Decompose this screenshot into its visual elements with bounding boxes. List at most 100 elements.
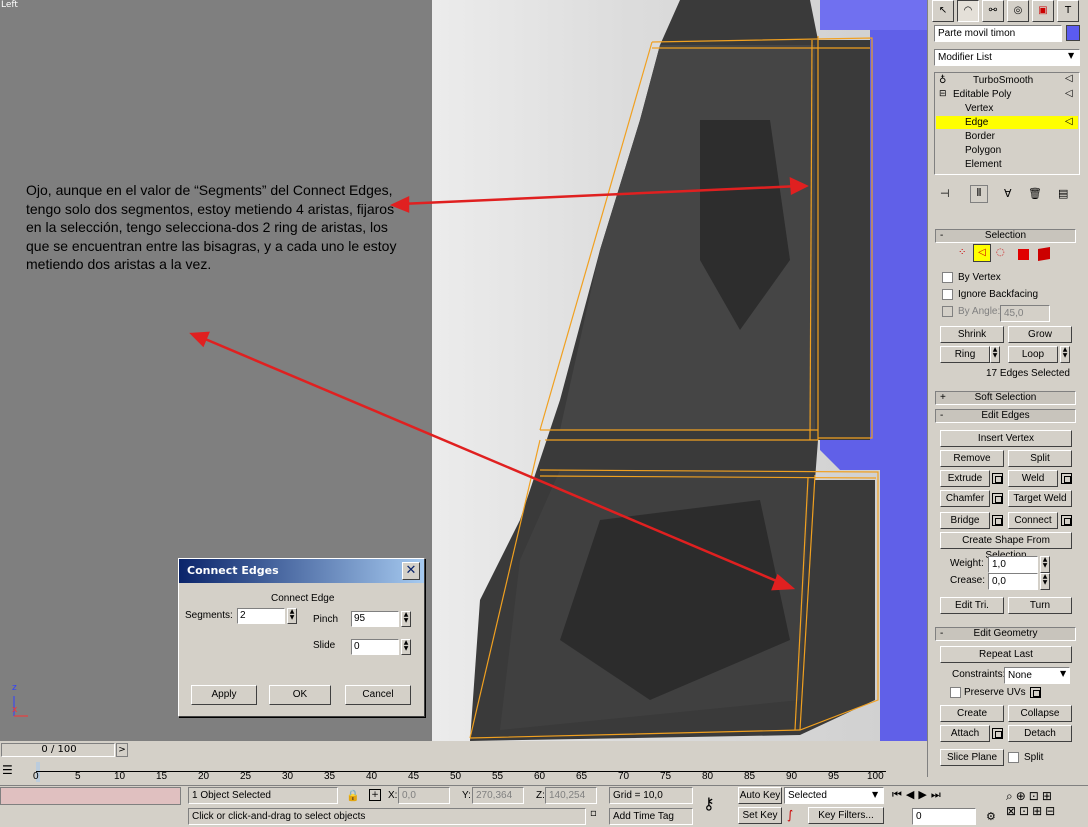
playback-controls[interactable]: ⏮◀▶⏭ [892,788,982,804]
stack-item-element[interactable]: Element [965,159,1002,170]
element-mode-icon[interactable] [1038,246,1050,262]
frame-indicator[interactable]: 0 / 100 [4,743,114,757]
key-icon[interactable]: ⚷ [703,794,715,813]
pinch-field[interactable]: 95 [351,611,399,627]
grow-button[interactable]: Grow [1008,326,1072,343]
attach-settings-icon[interactable] [992,728,1003,739]
remove-button[interactable]: Remove [940,450,1004,467]
make-unique-icon[interactable]: ∀ [1004,187,1012,200]
next-frame-icon[interactable]: > [116,743,128,757]
trackbar-menu-icon[interactable]: ☰ [2,763,13,777]
chamfer-settings-icon[interactable] [992,493,1003,504]
split-button[interactable]: Split [1008,450,1072,467]
lightbulb-icon[interactable]: ♁ [939,75,946,86]
maxscript-listener[interactable] [0,787,181,805]
split-checkbox[interactable] [1008,752,1019,763]
key-mode-dropdown[interactable]: Selected [784,787,884,804]
apply-button[interactable]: Apply [191,685,257,705]
create-button[interactable]: Create [940,705,1004,722]
collapse-icon[interactable]: ⊟ [939,89,947,99]
z-coordinate-field[interactable]: 140,254 [545,787,597,804]
loop-spinner[interactable]: ▲ ▼ [1060,346,1070,363]
vertex-mode-icon[interactable]: ⁘ [958,247,966,258]
segments-spinner[interactable]: ▲ ▼ [287,608,297,624]
auto-key-button[interactable]: Auto Key [738,787,782,804]
stack-item-editable-poly[interactable]: Editable Poly [953,89,1011,100]
dialog-title[interactable]: Connect Edges [179,559,424,583]
create-tab-icon[interactable]: ↖ [932,0,954,22]
selection-rollout-header[interactable]: - Selection [935,229,1076,243]
current-frame-field[interactable]: 0 [912,808,976,825]
edge-mode-button[interactable]: ◁ [973,244,991,262]
preserve-uvs-settings-icon[interactable] [1030,687,1041,698]
connect-button[interactable]: Connect [1008,512,1058,529]
modifier-list-dropdown[interactable]: Modifier List [934,49,1080,66]
weight-field[interactable]: 1,0 [988,556,1038,573]
absolute-mode-icon[interactable]: + [369,789,381,801]
modify-tab-icon[interactable]: ◠ [957,0,979,22]
loop-button[interactable]: Loop [1008,346,1058,363]
connect-settings-icon[interactable] [1061,515,1072,526]
crease-spinner[interactable]: ▲ ▼ [1040,573,1050,590]
object-name-field[interactable]: Parte movil timon [934,25,1062,42]
extrude-button[interactable]: Extrude [940,470,990,487]
stack-item-polygon[interactable]: Polygon [965,145,1001,156]
border-mode-icon[interactable]: ◌ [996,247,1005,258]
attach-button[interactable]: Attach [940,725,990,742]
create-shape-button[interactable]: Create Shape From Selection [940,532,1072,561]
bridge-settings-icon[interactable] [992,515,1003,526]
utilities-tab-icon[interactable]: T [1057,0,1079,22]
polygon-mode-icon[interactable] [1018,249,1029,260]
ring-button[interactable]: Ring [940,346,990,363]
edit-edges-rollout-header[interactable]: - Edit Edges [935,409,1076,423]
edit-geometry-rollout-header[interactable]: - Edit Geometry [935,627,1076,641]
curve-icon[interactable]: ∫ [787,808,793,822]
stack-item-edge[interactable]: Edge [965,117,988,128]
time-config-icon[interactable]: ⚙ [986,810,996,823]
display-tab-icon[interactable]: ▣ [1032,0,1054,22]
collapse-button[interactable]: Collapse [1008,705,1072,722]
close-icon[interactable]: ✕ [402,562,420,580]
stack-item-turbosmooth[interactable]: TurboSmooth [973,75,1033,86]
viewport-nav-icons[interactable]: ⌕⊕⊡⊞ ⊠⊡⊞⊟ [1006,789,1088,825]
turn-button[interactable]: Turn [1008,597,1072,614]
set-key-button[interactable]: Set Key [738,807,782,824]
ring-spinner[interactable]: ▲ ▼ [990,346,1000,363]
lock-icon[interactable]: 🔒 [346,789,360,802]
bridge-button[interactable]: Bridge [940,512,990,529]
extrude-settings-icon[interactable] [992,473,1003,484]
by-angle-field[interactable]: 45,0 [1000,305,1050,322]
target-weld-button[interactable]: Target Weld [1008,490,1072,507]
y-coordinate-field[interactable]: 270,364 [472,787,524,804]
motion-tab-icon[interactable]: ◎ [1007,0,1029,22]
slide-field[interactable]: 0 [351,639,399,655]
show-end-result-icon[interactable]: Ⅱ [970,185,988,203]
detach-button[interactable]: Detach [1008,725,1072,742]
insert-vertex-button[interactable]: Insert Vertex [940,430,1072,447]
soft-selection-rollout-header[interactable]: + Soft Selection [935,391,1076,405]
edit-tri-button[interactable]: Edit Tri. [940,597,1004,614]
left-viewport[interactable]: Left z x Ojo, aunque en el valor de “Seg… [0,0,927,741]
slice-plane-button[interactable]: Slice Plane [940,749,1004,766]
add-time-tag-button[interactable]: Add Time Tag [609,808,693,825]
chamfer-button[interactable]: Chamfer [940,490,990,507]
track-bar[interactable]: ☰ 0 5 10 15 20 25 30 35 40 45 50 55 60 65 70 75 80 85 90 95… [0,759,927,785]
pin-stack-icon[interactable]: ⊣ [940,187,950,200]
shrink-button[interactable]: Shrink [940,326,1004,343]
ok-button[interactable]: OK [269,685,331,705]
ignore-backfacing-checkbox[interactable] [942,289,953,300]
crease-field[interactable]: 0,0 [988,573,1038,590]
stack-item-vertex[interactable]: Vertex [965,103,993,114]
pinch-spinner[interactable]: ▲ ▼ [401,611,411,627]
segments-field[interactable]: 2 [237,608,285,624]
by-vertex-checkbox[interactable] [942,272,953,283]
preserve-uvs-checkbox[interactable] [950,687,961,698]
object-color-swatch[interactable] [1066,25,1080,41]
slide-spinner[interactable]: ▲ ▼ [401,639,411,655]
x-coordinate-field[interactable]: 0,0 [398,787,450,804]
configure-sets-icon[interactable]: ▤ [1058,187,1068,200]
remove-modifier-icon[interactable]: 🗑 [1028,187,1042,200]
weld-button[interactable]: Weld [1008,470,1058,487]
stack-item-border[interactable]: Border [965,131,995,142]
weld-settings-icon[interactable] [1061,473,1072,484]
